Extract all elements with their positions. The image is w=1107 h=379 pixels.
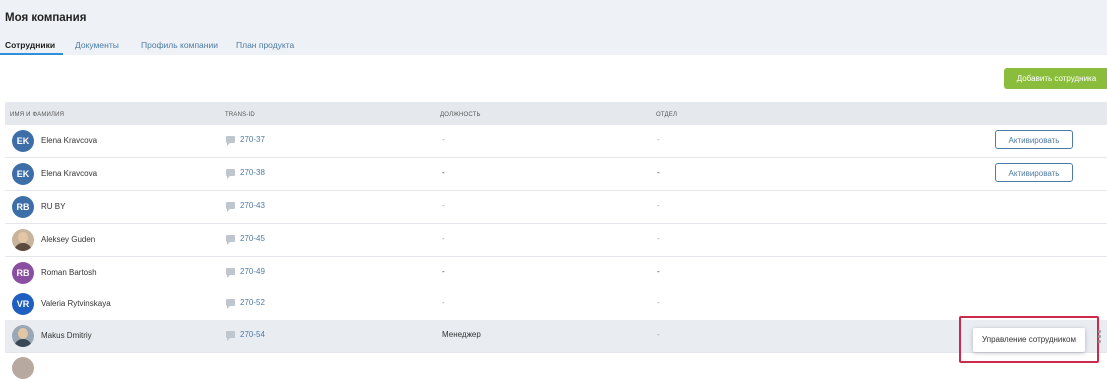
- employee-name: RU BY: [41, 202, 66, 211]
- avatar: [12, 357, 34, 379]
- position-cell: -: [442, 168, 445, 177]
- chat-icon: [226, 169, 235, 179]
- position-cell: -: [442, 135, 445, 144]
- employee-name: Elena Kravcova: [41, 136, 98, 145]
- activate-button[interactable]: Активировать: [995, 163, 1073, 182]
- chat-icon: [226, 136, 235, 146]
- trans-id-link[interactable]: 270-45: [226, 234, 265, 245]
- employee-name: Aleksey Guden: [41, 235, 96, 244]
- trans-id-link[interactable]: 270-54: [226, 330, 265, 341]
- page-title: Моя компания: [5, 12, 87, 24]
- employee-name: Roman Bartosh: [41, 268, 97, 277]
- trans-id-link[interactable]: 270-52: [226, 298, 265, 309]
- trans-id-link[interactable]: 270-43: [226, 201, 265, 212]
- avatar: EK: [12, 163, 34, 185]
- position-cell: -: [442, 267, 445, 276]
- table-row-selected[interactable]: Makus Dmitriy 270-54 Менеджер -: [5, 320, 1107, 353]
- position-cell: -: [442, 298, 445, 307]
- trans-id-link[interactable]: 270-37: [226, 135, 265, 146]
- table-row[interactable]: EK Elena Kravcova 270-38 - - Активироват…: [5, 158, 1107, 191]
- employee-name: Valeria Rytvinskaya: [41, 299, 111, 308]
- tab-company-profile[interactable]: Профиль компании: [141, 40, 218, 50]
- context-menu-highlight: Управление сотрудником: [959, 316, 1099, 363]
- avatar: VR: [12, 293, 34, 315]
- chat-icon: [226, 299, 235, 309]
- department-cell: -: [657, 168, 660, 177]
- table-row[interactable]: VR Valeria Rytvinskaya 270-52 - -: [5, 288, 1107, 321]
- department-cell: -: [657, 135, 660, 144]
- chat-icon: [226, 202, 235, 212]
- table-row[interactable]: RB RU BY 270-43 - -: [5, 191, 1107, 224]
- avatar: [12, 325, 34, 347]
- add-employee-button[interactable]: Добавить сотрудника: [1004, 68, 1107, 89]
- trans-id-link[interactable]: 270-38: [226, 168, 265, 179]
- avatar: RB: [12, 196, 34, 218]
- employee-name: Makus Dmitriy: [41, 331, 92, 340]
- table-row[interactable]: EK Elena Kravcova 270-37 - - Активироват…: [5, 125, 1107, 158]
- position-cell: -: [442, 201, 445, 210]
- department-cell: -: [657, 234, 660, 243]
- avatar: RB: [12, 262, 34, 284]
- chat-icon: [226, 331, 235, 341]
- department-cell: -: [657, 201, 660, 210]
- department-cell: -: [657, 330, 660, 339]
- position-cell: -: [442, 234, 445, 243]
- active-tab-indicator: [0, 53, 63, 55]
- manage-employee-menu-item[interactable]: Управление сотрудником: [973, 328, 1085, 352]
- avatar: EK: [12, 130, 34, 152]
- column-header-position[interactable]: Должность: [440, 112, 481, 118]
- tab-documents[interactable]: Документы: [75, 40, 119, 50]
- position-cell: Менеджер: [442, 330, 481, 339]
- page-header: Моя компания Сотрудники Документы Профил…: [0, 0, 1107, 55]
- chat-icon: [226, 235, 235, 245]
- column-header-name[interactable]: Имя и фамилия: [10, 112, 64, 118]
- tab-employees[interactable]: Сотрудники: [5, 40, 55, 50]
- avatar: [12, 229, 34, 251]
- column-header-trans-id[interactable]: TRANS-ID: [225, 112, 255, 118]
- department-cell: -: [657, 298, 660, 307]
- more-options-icon[interactable]: [1098, 330, 1102, 344]
- employee-name: Elena Kravcova: [41, 169, 98, 178]
- activate-button[interactable]: Активировать: [995, 130, 1073, 149]
- tab-product-plan[interactable]: План продукта: [236, 40, 294, 50]
- table-row[interactable]: Aleksey Guden 270-45 - -: [5, 224, 1107, 257]
- table-row[interactable]: RB Roman Bartosh 270-49 - -: [5, 257, 1107, 290]
- trans-id-link[interactable]: 270-49: [226, 267, 265, 278]
- column-header-department: Отдел: [656, 112, 678, 118]
- department-cell: -: [657, 267, 660, 276]
- chat-icon: [226, 268, 235, 278]
